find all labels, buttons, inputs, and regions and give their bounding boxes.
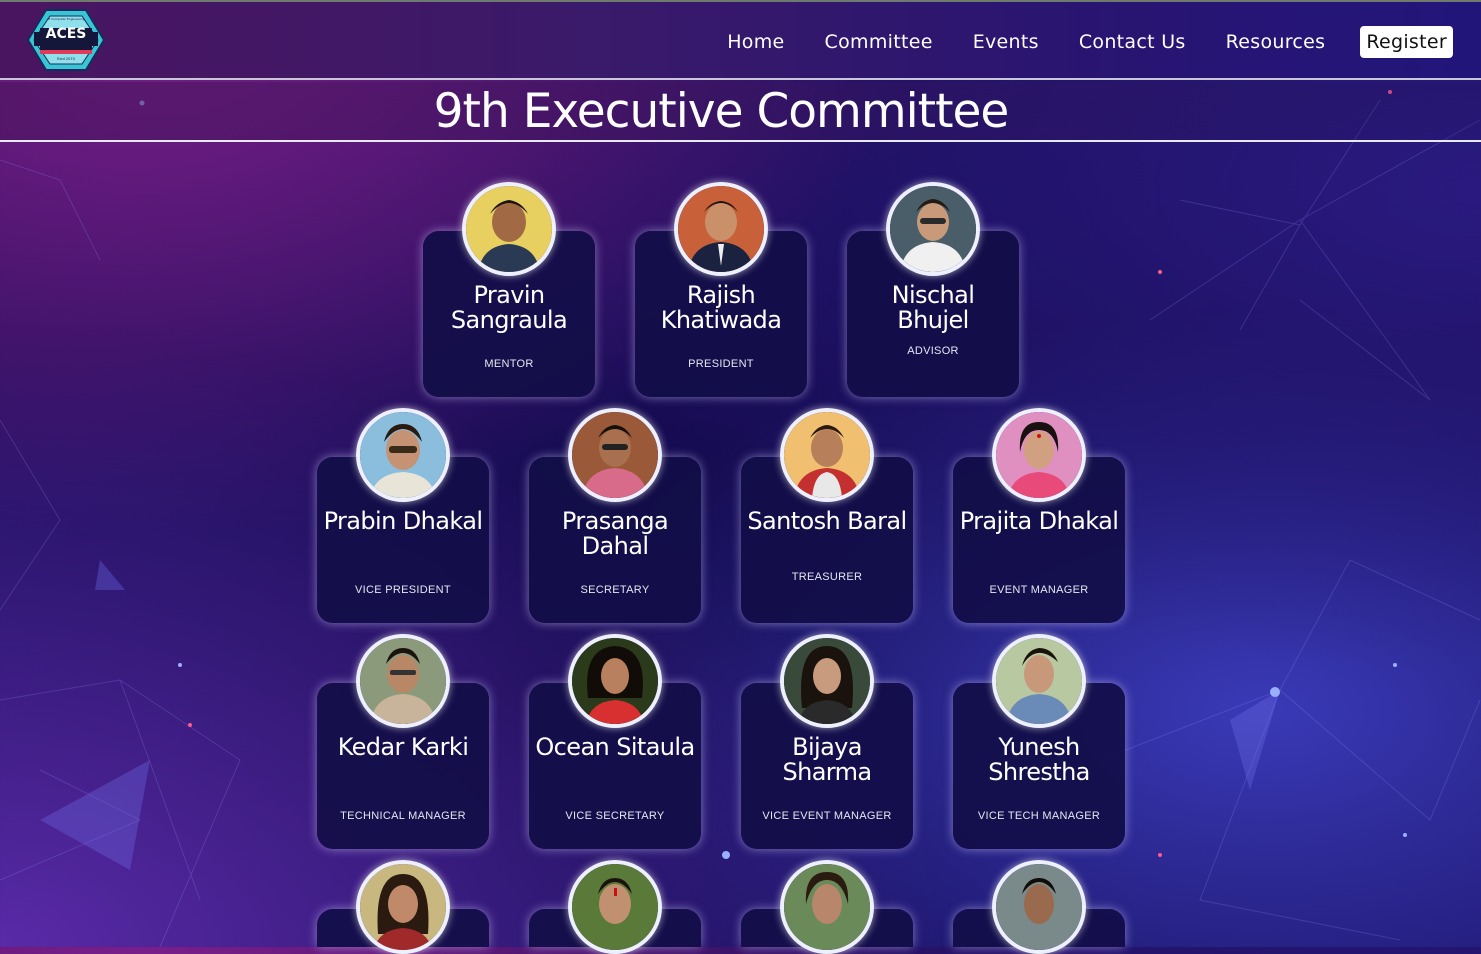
member-avatar: [992, 408, 1086, 502]
logo-text: ACES: [45, 26, 87, 42]
member-role: TREASURER: [791, 571, 863, 583]
person-photo-icon: [572, 638, 658, 724]
member-name: Pravin Sangraula: [450, 281, 568, 334]
member-role: SECRETARY: [580, 584, 650, 596]
member-avatar: [780, 634, 874, 728]
member-role: EVENT MANAGER: [989, 584, 1089, 596]
person-photo-icon: [784, 412, 870, 498]
member-role: PRESIDENT: [688, 358, 754, 370]
person-photo-icon: [996, 638, 1082, 724]
person-photo-icon: [996, 412, 1082, 498]
member-role: ADVISOR: [907, 345, 959, 357]
nav-links: Home Committee Events Contact Us Resourc…: [687, 26, 1453, 58]
member-name: Rajish Khatiwada: [660, 281, 782, 334]
member-role: TECHNICAL MANAGER: [340, 810, 466, 822]
person-photo-icon: [572, 412, 658, 498]
member-avatar: [356, 408, 450, 502]
logo-small-text: of Computer Engineering: [47, 17, 85, 21]
member-avatar: [886, 182, 980, 276]
nav-committee[interactable]: Committee: [825, 26, 933, 58]
member-role: MENTOR: [484, 358, 534, 370]
member-name: Nischal Bhujel: [891, 281, 975, 334]
navbar: ACES of Computer Engineering Estd 2070 H…: [0, 0, 1481, 80]
member-role: VICE TECH MANAGER: [977, 810, 1101, 822]
nav-events[interactable]: Events: [973, 26, 1039, 58]
nav-resources[interactable]: Resources: [1226, 26, 1326, 58]
member-avatar: [568, 634, 662, 728]
member-avatar: [674, 182, 768, 276]
member-avatar: [568, 860, 662, 954]
member-name: Yunesh Shrestha: [988, 733, 1090, 786]
member-avatar: [992, 634, 1086, 728]
person-photo-icon: [360, 864, 446, 950]
nav-contact-us[interactable]: Contact Us: [1079, 26, 1186, 58]
member-avatar: [462, 182, 556, 276]
member-name: Ocean Sitaula: [535, 733, 695, 761]
member-name: Prasanga Dahal: [561, 507, 669, 560]
member-role: VICE SECRETARY: [565, 810, 665, 822]
member-avatar: [356, 860, 450, 954]
aces-logo[interactable]: ACES of Computer Engineering Estd 2070: [26, 8, 106, 72]
person-photo-icon: [466, 186, 552, 272]
member-name: Prajita Dhakal: [959, 507, 1119, 535]
person-photo-icon: [360, 412, 446, 498]
member-avatar: [992, 860, 1086, 954]
person-photo-icon: [572, 864, 658, 950]
person-photo-icon: [360, 638, 446, 724]
member-name: Prabin Dhakal: [323, 507, 483, 535]
member-avatar: [356, 634, 450, 728]
person-photo-icon: [678, 186, 764, 272]
person-photo-icon: [784, 638, 870, 724]
member-avatar: [568, 408, 662, 502]
member-role: VICE EVENT MANAGER: [762, 810, 892, 822]
member-name: Kedar Karki: [337, 733, 469, 761]
register-button[interactable]: Register: [1360, 26, 1453, 58]
person-photo-icon: [784, 864, 870, 950]
member-name: Bijaya Sharma: [782, 733, 872, 786]
nav-home[interactable]: Home: [727, 26, 784, 58]
logo-est-text: Estd 2070: [57, 57, 75, 61]
member-avatar: [780, 860, 874, 954]
member-role: VICE PRESIDENT: [355, 584, 451, 596]
member-name: Santosh Baral: [747, 507, 907, 535]
person-photo-icon: [890, 186, 976, 272]
person-photo-icon: [996, 864, 1082, 950]
title-band: 9th Executive Committee: [0, 82, 1481, 142]
page-title: 9th Executive Committee: [433, 84, 1010, 139]
member-avatar: [780, 408, 874, 502]
